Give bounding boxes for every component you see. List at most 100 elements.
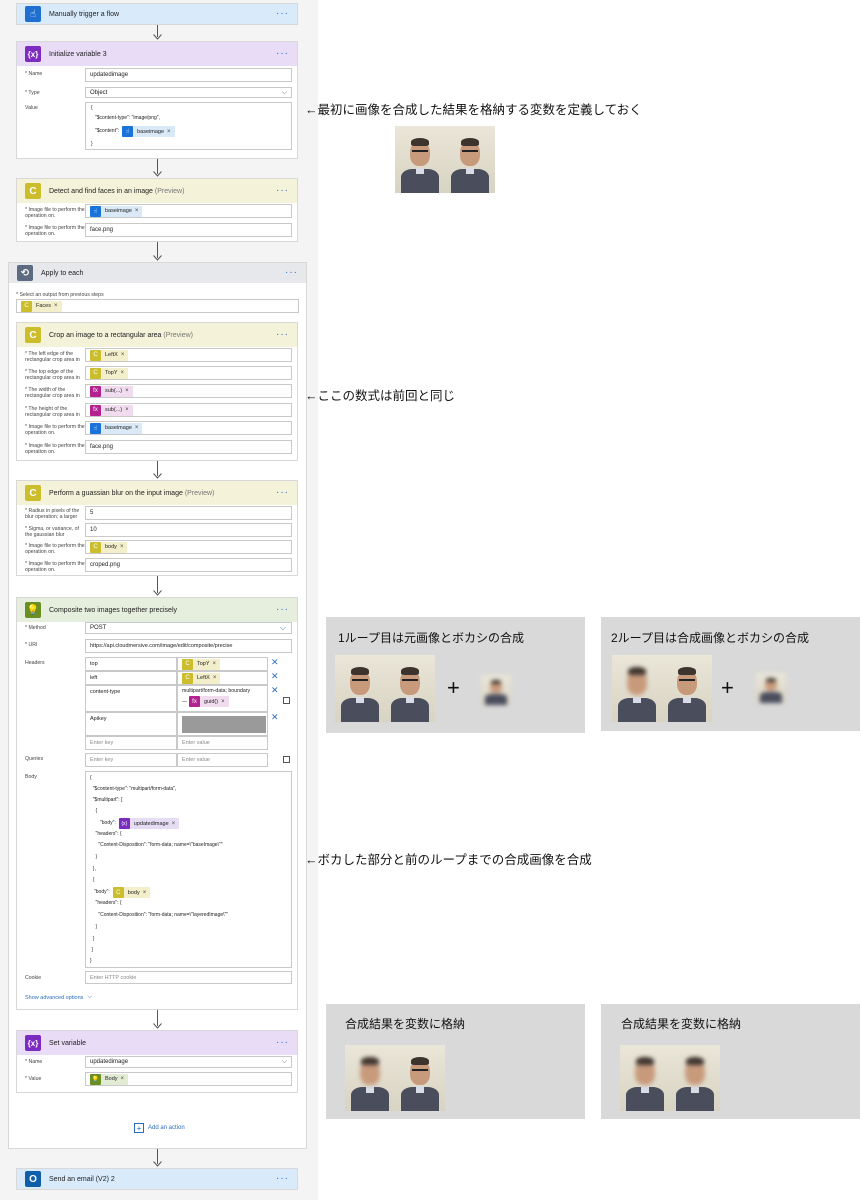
set-value-input[interactable]: 💡 Body × (85, 1072, 292, 1086)
body-token[interactable]: Cbody × (90, 541, 128, 553)
updatedimage-token[interactable]: {x} updatedimage × (118, 818, 180, 829)
set-variable-card[interactable]: {x} Set variable ··· * Name updatedimage… (16, 1030, 298, 1093)
close-icon[interactable]: × (125, 388, 129, 394)
remove-header-icon[interactable]: ✕ (271, 685, 279, 696)
blur-radius-input[interactable]: 5 (85, 506, 292, 520)
send-email-card[interactable]: O Send an email (V2) 2 ··· (16, 1168, 298, 1190)
apply-more-menu[interactable]: ··· (285, 268, 298, 278)
init-var-header[interactable]: {x} Initialize variable 3 ··· (17, 42, 297, 66)
header-value-input[interactable]: C TopY × (177, 657, 268, 671)
email-header[interactable]: O Send an email (V2) 2 ··· (17, 1169, 297, 1189)
crop-left-input[interactable]: C LeftX × (85, 348, 292, 362)
leftx-token[interactable]: C LeftX × (90, 349, 129, 361)
header-value-input[interactable]: C LeftX × (177, 671, 268, 685)
header-key-input[interactable]: Apikey (85, 712, 177, 736)
close-icon[interactable]: × (213, 675, 217, 681)
close-icon[interactable]: × (213, 661, 217, 667)
copy-icon[interactable] (283, 756, 290, 763)
uri-input[interactable]: https://api.cloudmersive.com/image/edit/… (85, 639, 292, 653)
body-output-token[interactable]: 💡 Body × (90, 1073, 129, 1085)
detect-more-menu[interactable]: ··· (276, 186, 289, 196)
body-token[interactable]: Cbody × (112, 887, 151, 898)
blur-more-menu[interactable]: ··· (276, 488, 289, 498)
header-key-input[interactable]: content-type (85, 685, 177, 712)
close-icon[interactable]: × (135, 208, 139, 214)
remove-header-icon[interactable]: ✕ (271, 657, 279, 668)
add-action-button[interactable]: + Add an action (134, 1123, 185, 1133)
remove-header-icon[interactable]: ✕ (271, 712, 279, 723)
set-var-header[interactable]: {x} Set variable ··· (17, 1031, 297, 1055)
header-key-input[interactable]: left (85, 671, 177, 685)
baseimage-token[interactable]: ☝ baseimage × (90, 205, 143, 217)
select-output-input[interactable]: C Faces × (16, 299, 299, 313)
header-key-input[interactable]: Enter key (85, 736, 177, 750)
close-icon[interactable]: × (125, 407, 129, 413)
blur-card[interactable]: C Perform a guassian blur on the input i… (16, 480, 298, 576)
blur-header[interactable]: C Perform a guassian blur on the input i… (17, 481, 297, 505)
crop-more-menu[interactable]: ··· (276, 330, 289, 340)
crop-header[interactable]: C Crop an image to a rectangular area (P… (17, 323, 297, 347)
value-editor[interactable]: { "$content-type": "image/png", "$conten… (85, 102, 292, 150)
close-icon[interactable]: × (135, 425, 139, 431)
close-icon[interactable]: × (167, 129, 171, 135)
close-icon[interactable]: × (143, 890, 147, 896)
remove-header-icon[interactable]: ✕ (271, 671, 279, 682)
close-icon[interactable]: × (121, 1076, 125, 1082)
sub-expression-token[interactable]: fx sub(...) × (90, 404, 133, 416)
faces-token[interactable]: C Faces × (21, 300, 62, 312)
crop-height-input[interactable]: fx sub(...) × (85, 403, 292, 417)
cookie-input[interactable]: Enter HTTP cookie (85, 971, 292, 984)
leftx-token[interactable]: C LeftX × (182, 672, 221, 684)
email-more-menu[interactable]: ··· (276, 1174, 289, 1184)
composite-card[interactable]: 💡 Composite two images together precisel… (16, 597, 298, 1010)
sub-expression-token[interactable]: fx sub(...) × (90, 385, 133, 397)
set-var-more-menu[interactable]: ··· (276, 1038, 289, 1048)
trigger-header[interactable]: ☝ Manually trigger a flow ··· (17, 4, 297, 24)
composite-header[interactable]: 💡 Composite two images together precisel… (17, 598, 297, 622)
guid-expression-token[interactable]: fx guid() × (189, 696, 229, 707)
header-value-input[interactable]: Enter value (177, 736, 268, 750)
header-value-input[interactable]: multipart/form-data; boundary — fx guid()… (177, 685, 268, 712)
initialize-variable-card[interactable]: {x} Initialize variable 3 ··· * Name upd… (16, 41, 298, 159)
crop-width-input[interactable]: fx sub(...) × (85, 384, 292, 398)
type-select[interactable]: Object ⌵ (85, 87, 292, 98)
set-name-select[interactable]: updatedimage ⌵ (85, 1056, 292, 1068)
blur-filename-input[interactable]: croped.png (85, 558, 292, 572)
init-var-more-menu[interactable]: ··· (276, 49, 289, 59)
baseimage-token[interactable]: ☝ baseimage × (90, 422, 143, 434)
header-key-input[interactable]: top (85, 657, 177, 671)
close-icon[interactable]: × (120, 544, 124, 550)
body-editor[interactable]: { "$content-type": "multipart/form-data"… (85, 771, 292, 968)
method-label: * Method (25, 625, 46, 631)
query-key-input[interactable]: Enter key (85, 753, 177, 767)
name-input[interactable]: updatedimage (85, 68, 292, 82)
topy-token[interactable]: C TopY × (90, 367, 129, 379)
topy-token[interactable]: C TopY × (182, 658, 221, 670)
method-select[interactable]: POST ⌵ (85, 622, 292, 634)
close-icon[interactable]: × (54, 303, 58, 309)
cloudmersive-icon: C (90, 349, 101, 361)
detect-field2-input[interactable]: face.png (85, 223, 292, 237)
close-icon[interactable]: × (172, 821, 176, 827)
copy-icon[interactable] (283, 697, 290, 704)
close-icon[interactable]: × (221, 699, 225, 705)
crop-image-input[interactable]: ☝ baseimage × (85, 421, 292, 435)
detect-field1-input[interactable]: ☝ baseimage × (85, 204, 292, 218)
query-value-input[interactable]: Enter value (177, 753, 268, 767)
close-icon[interactable]: × (121, 370, 125, 376)
trigger-card[interactable]: ☝ Manually trigger a flow ··· (16, 3, 298, 25)
blur-sigma-input[interactable]: 10 (85, 523, 292, 537)
composite-more-menu[interactable]: ··· (276, 605, 289, 615)
trigger-more-menu[interactable]: ··· (276, 9, 289, 19)
apply-header[interactable]: ⟲ Apply to each ··· (9, 263, 306, 283)
show-advanced-options-link[interactable]: Show advanced options ⌵ (25, 994, 92, 1001)
baseimage-token[interactable]: ☝ baseimage × (122, 126, 175, 137)
detect-faces-card[interactable]: C Detect and find faces in an image (Pre… (16, 178, 298, 242)
crop-top-input[interactable]: C TopY × (85, 366, 292, 380)
header-value-masked[interactable] (177, 712, 268, 736)
blur-image-input[interactable]: Cbody × (85, 540, 292, 554)
crop-card[interactable]: C Crop an image to a rectangular area (P… (16, 322, 298, 461)
crop-filename-input[interactable]: face.png (85, 440, 292, 454)
close-icon[interactable]: × (121, 352, 125, 358)
detect-header[interactable]: C Detect and find faces in an image (Pre… (17, 179, 297, 203)
